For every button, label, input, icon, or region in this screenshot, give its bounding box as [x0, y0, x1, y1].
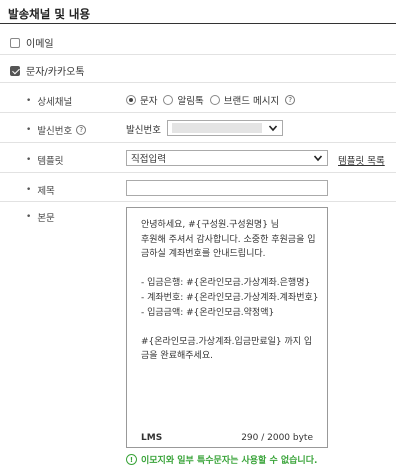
sms-kakao-checkbox[interactable] — [10, 65, 20, 76]
title-divider — [0, 23, 396, 24]
email-checkbox-row[interactable]: 이메일 — [10, 35, 54, 50]
sender-number-inner-label: 발신번호 — [126, 125, 161, 136]
sender-number-label: • 발신번호 ? — [26, 123, 87, 137]
email-checkbox[interactable] — [10, 37, 20, 48]
body-label: • 본문 — [26, 212, 55, 224]
detail-channel-radio-group: 문자 알림톡 브랜드 메시지 ? — [126, 93, 296, 107]
radio-alimtalk[interactable] — [163, 95, 174, 105]
template-select-value: 직접입력 — [131, 154, 166, 165]
row-divider — [0, 142, 396, 143]
email-label: 이메일 — [26, 39, 54, 50]
bullet-dot: • — [26, 155, 32, 165]
template-select[interactable]: 직접입력 — [126, 150, 328, 166]
sms-kakao-checkbox-row[interactable]: 문자/카카오톡 — [10, 63, 85, 78]
emoji-notice-text: 이모지와 일부 특수문자는 사용할 수 없습니다. — [141, 456, 318, 466]
emoji-notice: ! 이모지와 일부 특수문자는 사용할 수 없습니다. — [126, 453, 317, 466]
subject-input[interactable] — [126, 180, 328, 196]
bullet-dot: • — [26, 212, 32, 222]
row-divider — [0, 112, 396, 113]
radio-sms[interactable] — [126, 95, 136, 105]
radio-option-alimtalk[interactable]: 알림톡 — [163, 93, 204, 107]
chevron-down-icon — [313, 155, 323, 162]
radio-option-brand-message[interactable]: 브랜드 메시지 — [209, 93, 279, 107]
row-divider — [0, 54, 396, 55]
body-footer: LMS 290 / 2000 byte — [127, 433, 327, 443]
row-divider — [0, 82, 396, 83]
message-type-label: LMS — [141, 433, 163, 443]
sender-number-select[interactable] — [167, 120, 283, 136]
question-circle-icon[interactable]: ? — [76, 125, 87, 135]
bullet-dot: • — [26, 125, 32, 135]
radio-option-sms[interactable]: 문자 — [126, 93, 157, 107]
bullet-dot: • — [26, 185, 32, 195]
row-divider — [0, 172, 396, 173]
row-divider — [0, 201, 396, 202]
radio-brand-message[interactable] — [209, 95, 220, 105]
question-circle-icon[interactable]: ? — [285, 95, 296, 105]
bullet-dot: • — [26, 96, 32, 106]
subject-label: • 제목 — [26, 185, 55, 197]
body-text[interactable]: 안녕하세요, #{구성원.구성원명} 님 후원해 주셔서 감사합니다. 소중한 … — [141, 218, 319, 364]
template-list-link[interactable]: 템플릿 목록 — [338, 153, 385, 167]
template-label: • 템플릿 — [26, 155, 64, 167]
detail-channel-label: • 상세채널 — [26, 96, 73, 108]
masked-sender-value — [172, 123, 262, 133]
byte-counter: 290 / 2000 byte — [241, 433, 313, 443]
sms-kakao-label: 문자/카카오톡 — [26, 67, 85, 78]
chevron-down-icon — [268, 125, 278, 132]
exclamation-circle-icon: ! — [126, 454, 137, 465]
section-title: 발송채널 및 내용 — [8, 7, 91, 21]
body-textarea[interactable]: 안녕하세요, #{구성원.구성원명} 님 후원해 주셔서 감사합니다. 소중한 … — [126, 207, 328, 448]
